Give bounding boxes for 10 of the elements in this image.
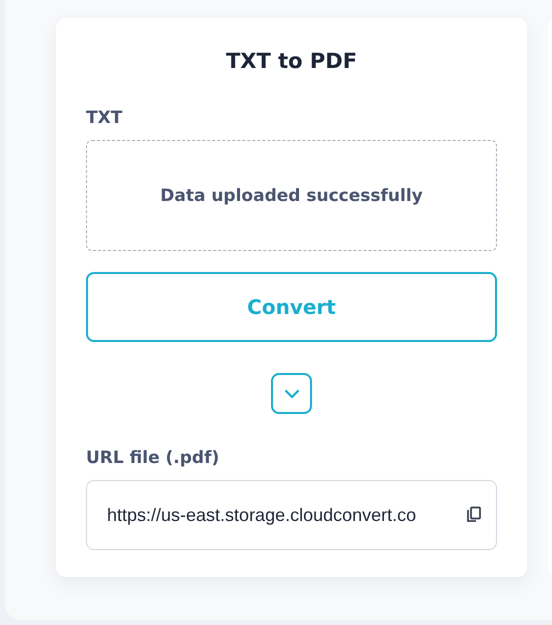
upload-status-text: Data uploaded successfully bbox=[160, 186, 423, 206]
upload-dropzone[interactable]: Data uploaded successfully bbox=[86, 140, 497, 251]
url-field[interactable]: https://us-east.storage.cloudconvert.co bbox=[86, 480, 497, 550]
copy-icon[interactable] bbox=[466, 506, 482, 524]
url-text: https://us-east.storage.cloudconvert.co bbox=[107, 504, 418, 526]
chevron-down-icon bbox=[284, 388, 300, 398]
field-label: URL file (.pdf) bbox=[86, 448, 220, 468]
expand-button[interactable] bbox=[271, 373, 312, 414]
card-title: TXT to PDF bbox=[224, 48, 358, 75]
field-label: TXT bbox=[86, 108, 124, 128]
